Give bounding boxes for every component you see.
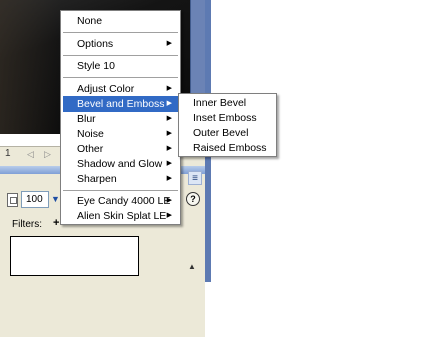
menu-item-label: Shadow and Glow — [77, 158, 163, 170]
bevel-emboss-submenu: Inner Bevel Inset Emboss Outer Bevel Rai… — [178, 93, 277, 157]
submenu-arrow-icon: ▶ — [166, 85, 172, 92]
menu-item-blur[interactable]: Blur ▶ — [63, 111, 178, 127]
menu-item-label: Sharpen — [77, 173, 117, 185]
object-type-icon — [7, 193, 18, 207]
filter-list[interactable] — [10, 236, 139, 276]
menu-item-label: Noise — [77, 128, 104, 140]
frame-number: 1 — [5, 148, 11, 159]
menu-item-noise[interactable]: Noise ▶ — [63, 126, 178, 142]
menu-item-label: Eye Candy 4000 LE — [77, 195, 171, 207]
menu-item-other[interactable]: Other ▶ — [63, 141, 178, 157]
submenu-item-outer-bevel[interactable]: Outer Bevel — [181, 126, 274, 141]
help-icon[interactable]: ? — [186, 192, 200, 206]
menu-item-bevel-and-emboss[interactable]: Bevel and Emboss ▶ — [63, 96, 178, 112]
submenu-item-inset-emboss[interactable]: Inset Emboss — [181, 111, 274, 126]
menu-separator — [63, 32, 178, 33]
add-filter-icon[interactable]: + — [53, 217, 59, 229]
menu-item-eye-candy[interactable]: Eye Candy 4000 LE ▶ — [63, 193, 178, 209]
submenu-arrow-icon: ▶ — [166, 100, 172, 107]
menu-item-sharpen[interactable]: Sharpen ▶ — [63, 171, 178, 187]
menu-item-label: Alien Skin Splat LE — [77, 210, 167, 222]
next-frame-icon[interactable]: ▷ — [44, 149, 56, 159]
menu-separator — [63, 77, 178, 78]
menu-item-label: Style 10 — [77, 60, 115, 72]
opacity-input[interactable]: 100 — [21, 191, 49, 208]
menu-item-style-10[interactable]: Style 10 — [63, 58, 178, 74]
submenu-arrow-icon: ▶ — [166, 212, 172, 219]
menu-item-none[interactable]: None — [63, 13, 178, 29]
submenu-arrow-icon: ▶ — [166, 145, 172, 152]
menu-item-label: Options — [77, 38, 114, 50]
menu-item-label: None — [77, 15, 103, 27]
menu-item-label: Bevel and Emboss — [77, 98, 165, 110]
filters-label: Filters: — [12, 219, 42, 230]
submenu-item-inner-bevel[interactable]: Inner Bevel — [181, 96, 274, 111]
submenu-arrow-icon: ▶ — [166, 160, 172, 167]
menu-separator — [63, 190, 178, 191]
menu-item-shadow-and-glow[interactable]: Shadow and Glow ▶ — [63, 156, 178, 172]
submenu-arrow-icon: ▶ — [166, 115, 172, 122]
menu-separator — [63, 55, 178, 56]
submenu-arrow-icon: ▶ — [166, 130, 172, 137]
submenu-arrow-icon: ▶ — [166, 40, 172, 47]
menu-item-options[interactable]: Options ▶ — [63, 36, 178, 52]
menu-item-adjust-color[interactable]: Adjust Color ▶ — [63, 81, 178, 97]
menu-item-alien-skin-splat[interactable]: Alien Skin Splat LE ▶ — [63, 208, 178, 224]
menu-item-label: Other — [77, 143, 104, 155]
menu-item-label: Adjust Color — [77, 83, 135, 95]
menu-item-label: Blur — [77, 113, 96, 125]
collapse-arrow-icon[interactable]: ▲ — [188, 262, 196, 271]
filters-context-menu: None Options ▶ Style 10 Adjust Color ▶ Bev… — [60, 10, 181, 225]
submenu-arrow-icon: ▶ — [166, 197, 172, 204]
panel-options-icon[interactable]: ≡ — [188, 171, 202, 185]
previous-frame-icon[interactable]: ◁ — [27, 149, 39, 159]
submenu-item-raised-emboss[interactable]: Raised Emboss — [181, 141, 274, 156]
submenu-arrow-icon: ▶ — [166, 175, 172, 182]
